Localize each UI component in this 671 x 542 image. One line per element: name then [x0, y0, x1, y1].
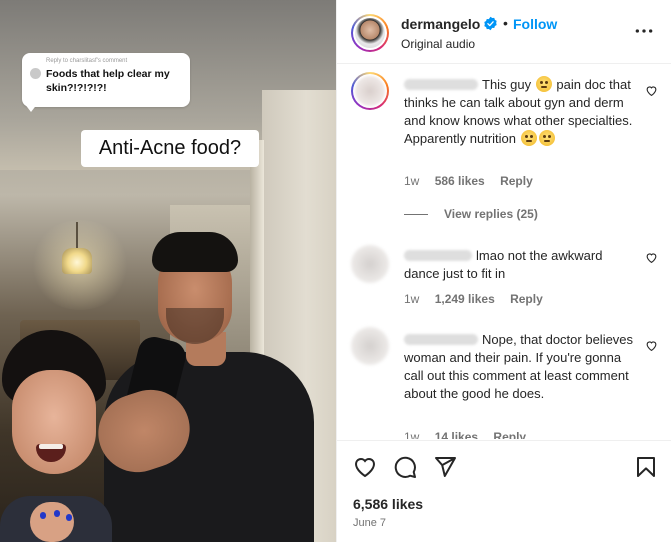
comment-meta: 1w 1,249 likes Reply — [404, 292, 555, 306]
video-caption: Anti-Acne food? — [81, 130, 259, 167]
comment-avatar[interactable] — [351, 327, 389, 365]
comment-reply-button[interactable]: Reply — [493, 430, 526, 439]
overlay-nail — [40, 512, 46, 519]
comment-time: 1w — [404, 174, 420, 188]
bookmark-icon[interactable] — [634, 455, 658, 479]
overlay-nail — [66, 514, 72, 521]
author-username[interactable]: dermangelo — [401, 16, 480, 32]
author-avatar[interactable] — [351, 14, 389, 52]
video-lamp-cord — [76, 222, 78, 250]
comment-username-blurred[interactable] — [404, 250, 472, 261]
author-avatar-image — [355, 18, 385, 48]
comment-username-blurred[interactable] — [404, 79, 478, 90]
comment-like-heart-icon[interactable] — [645, 251, 658, 264]
comment-reply-button[interactable]: Reply — [510, 292, 543, 306]
comment-likes[interactable]: 14 likes — [435, 430, 478, 439]
comment-text: lmao not the awkward dance just to fit i… — [404, 247, 636, 283]
overlay-teeth — [39, 444, 63, 449]
reel-video[interactable]: Reply to charslitasf's comment Foods tha… — [0, 0, 336, 542]
send-icon[interactable] — [433, 455, 457, 479]
more-options-icon[interactable] — [634, 21, 654, 41]
comment-time: 1w — [404, 292, 420, 306]
comment-avatar[interactable] — [351, 72, 389, 110]
comment-reply-button[interactable]: Reply — [500, 174, 533, 188]
comment-likes[interactable]: 586 likes — [435, 174, 485, 188]
heart-icon[interactable] — [353, 455, 377, 479]
header-separator: • — [503, 15, 508, 31]
verified-badge-icon — [484, 16, 497, 31]
reply-comment-sticker: Reply to charslitasf's comment Foods tha… — [22, 53, 190, 107]
comment-meta: 1w 586 likes Reply — [404, 174, 545, 188]
view-replies-line — [404, 213, 428, 215]
comment-text: This guy pain doc that thinks he can tal… — [404, 76, 636, 148]
comment-like-heart-icon[interactable] — [645, 339, 658, 352]
eye-roll-emoji-icon — [538, 130, 555, 146]
post-date: June 7 — [353, 517, 387, 529]
overlay-hand — [30, 502, 74, 542]
video-pendant-lamp — [62, 248, 92, 274]
comment-username-blurred[interactable] — [404, 334, 478, 345]
green-screen-face-overlay — [0, 326, 112, 542]
sticker-tail — [24, 103, 38, 112]
eye-roll-emoji-icon — [535, 76, 552, 92]
comment-text-part1: This guy — [482, 77, 532, 92]
sticker-reply-to: Reply to charslitasf's comment — [46, 58, 128, 64]
original-audio-link[interactable]: Original audio — [401, 37, 475, 51]
view-replies-label: View replies (25) — [444, 207, 538, 221]
overlay-nail — [54, 510, 60, 517]
view-replies-button[interactable]: View replies (25) — [404, 207, 538, 221]
follow-button[interactable]: Follow — [513, 16, 557, 32]
comment-icon[interactable] — [393, 455, 417, 479]
comment-meta: 1w 14 likes Reply — [404, 430, 538, 439]
comment-likes[interactable]: 1,249 likes — [435, 292, 495, 306]
comment-text: Nope, that doctor believes woman and the… — [404, 331, 636, 403]
post-panel: dermangelo • Follow Original audio This … — [336, 0, 671, 542]
post-actions: 6,586 likes June 7 — [337, 440, 671, 542]
comments-list[interactable]: This guy pain doc that thinks he can tal… — [337, 65, 671, 439]
post-likes-count[interactable]: 6,586 likes — [353, 496, 423, 512]
comment-avatar[interactable] — [351, 245, 389, 283]
video-person-hair — [152, 232, 238, 272]
comment-like-heart-icon[interactable] — [645, 84, 658, 97]
eye-roll-emoji-icon — [520, 130, 537, 146]
sticker-text: Foods that help clear my skin?!?!?!?! — [46, 68, 170, 94]
sticker-avatar — [30, 68, 41, 79]
post-header: dermangelo • Follow Original audio — [337, 0, 671, 64]
comment-time: 1w — [404, 430, 420, 439]
